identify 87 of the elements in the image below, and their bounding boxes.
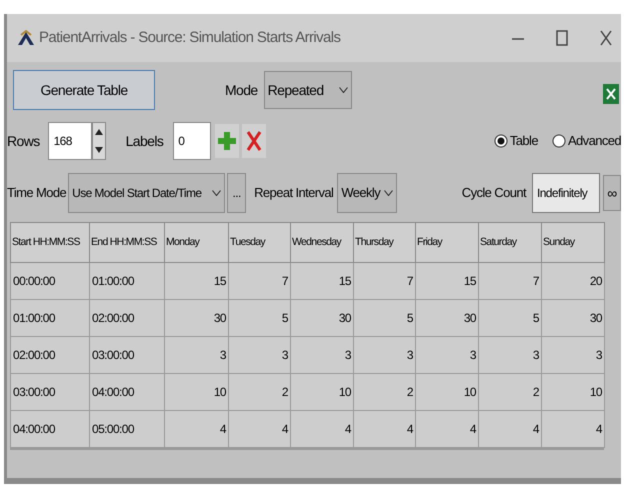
table-cell: 15 — [290, 262, 354, 300]
column-header[interactable]: Wednesday — [290, 222, 354, 262]
column-header[interactable]: Start HH:MM:SS — [10, 222, 90, 262]
column-header[interactable]: Sunday — [542, 222, 604, 262]
table-cell: 5 — [354, 300, 416, 336]
table-cell: 4 — [478, 410, 542, 448]
table-cell: 15 — [164, 262, 228, 300]
rows-field[interactable]: 168 — [48, 122, 92, 160]
table-cell: 10 — [290, 374, 354, 410]
table-cell: 2 — [478, 374, 542, 410]
table-cell: 01:00:00 — [90, 262, 164, 300]
delete-button[interactable] — [242, 124, 266, 158]
table-cell: 03:00:00 — [10, 374, 90, 410]
table-cell: 3 — [542, 336, 604, 374]
mode-dropdown[interactable]: Repeated — [264, 71, 352, 109]
radio-button-icon[interactable] — [494, 134, 508, 148]
table-cell: 02:00:00 — [90, 300, 164, 336]
browse-button[interactable]: ... — [227, 173, 246, 213]
rows-label: Rows — [7, 132, 40, 150]
spreadsheet-icon[interactable] — [603, 84, 619, 104]
app-logo-icon — [17, 30, 35, 46]
table-cell: 7 — [354, 262, 416, 300]
table-cell: 03:00:00 — [90, 336, 164, 374]
table-cell: 3 — [164, 336, 228, 374]
table-cell: 7 — [228, 262, 290, 300]
up-arrow-icon[interactable] — [94, 129, 103, 135]
table-cell: 4 — [354, 410, 416, 448]
radio-button-icon[interactable] — [552, 134, 566, 148]
table-cell: 4 — [290, 410, 354, 448]
table-cell: 10 — [164, 374, 228, 410]
table-cell: 02:00:00 — [10, 336, 90, 374]
maximize-icon[interactable] — [555, 30, 569, 46]
chevron-down-icon — [384, 190, 394, 196]
table-cell: 01:00:00 — [10, 300, 90, 336]
close-icon[interactable] — [599, 30, 613, 46]
table-cell: 7 — [478, 262, 542, 300]
labels-field[interactable]: 0 — [173, 122, 212, 160]
infinity-button[interactable]: ∞ — [603, 175, 621, 211]
cycle-count-label: Cycle Count — [462, 184, 526, 202]
plus-icon — [218, 132, 236, 150]
repeat-interval-dropdown[interactable]: Weekly — [337, 173, 398, 213]
cross-icon — [246, 131, 262, 151]
table-cell: 3 — [228, 336, 290, 374]
down-arrow-icon[interactable] — [94, 147, 103, 153]
column-header[interactable]: Saturday — [478, 222, 542, 262]
table-cell: 04:00:00 — [10, 410, 90, 448]
table-cell: 30 — [416, 300, 478, 336]
labels-label: Labels — [126, 132, 164, 150]
time-mode-dropdown[interactable]: Use Model Start Date/Time — [68, 173, 226, 213]
table-cell: 5 — [478, 300, 542, 336]
generate-table-button[interactable]: Generate Table — [13, 70, 155, 110]
column-header[interactable]: Friday — [416, 222, 478, 262]
column-header[interactable]: Monday — [164, 222, 228, 262]
repeat-interval-label: Repeat Interval — [254, 184, 334, 202]
table-cell: 20 — [542, 262, 604, 300]
table-cell: 05:00:00 — [90, 410, 164, 448]
table-cell: 15 — [416, 262, 478, 300]
table-cell: 4 — [416, 410, 478, 448]
table-cell: 3 — [354, 336, 416, 374]
mode-label: Mode — [225, 80, 258, 100]
table-cell: 00:00:00 — [10, 262, 90, 300]
radio-label[interactable]: Advanced — [568, 131, 621, 151]
column-header[interactable]: Thursday — [354, 222, 416, 262]
spinner[interactable] — [92, 122, 106, 160]
table-cell: 04:00:00 — [90, 374, 164, 410]
table-cell: 3 — [290, 336, 354, 374]
table-cell: 10 — [416, 374, 478, 410]
table-cell: 2 — [354, 374, 416, 410]
cycle-count-field[interactable]: Indefinitely — [532, 173, 600, 213]
chevron-down-icon — [212, 190, 222, 196]
table-cell: 2 — [228, 374, 290, 410]
table-cell: 5 — [228, 300, 290, 336]
window-title: PatientArrivals - Source: Simulation Starts Arrivals — [39, 28, 340, 48]
table-cell: 4 — [164, 410, 228, 448]
table-cell: 4 — [228, 410, 290, 448]
chevron-down-icon — [338, 87, 348, 93]
time-mode-label: Time Mode — [7, 184, 66, 202]
column-header[interactable]: End HH:MM:SS — [90, 222, 164, 262]
table-cell: 10 — [542, 374, 604, 410]
table-cell: 3 — [416, 336, 478, 374]
column-header[interactable]: Tuesday — [228, 222, 290, 262]
table-cell: 30 — [542, 300, 604, 336]
table-cell: 30 — [164, 300, 228, 336]
table-cell: 30 — [290, 300, 354, 336]
radio-label[interactable]: Table — [510, 131, 538, 151]
table-cell: 3 — [478, 336, 542, 374]
table-cell: 4 — [542, 410, 604, 448]
